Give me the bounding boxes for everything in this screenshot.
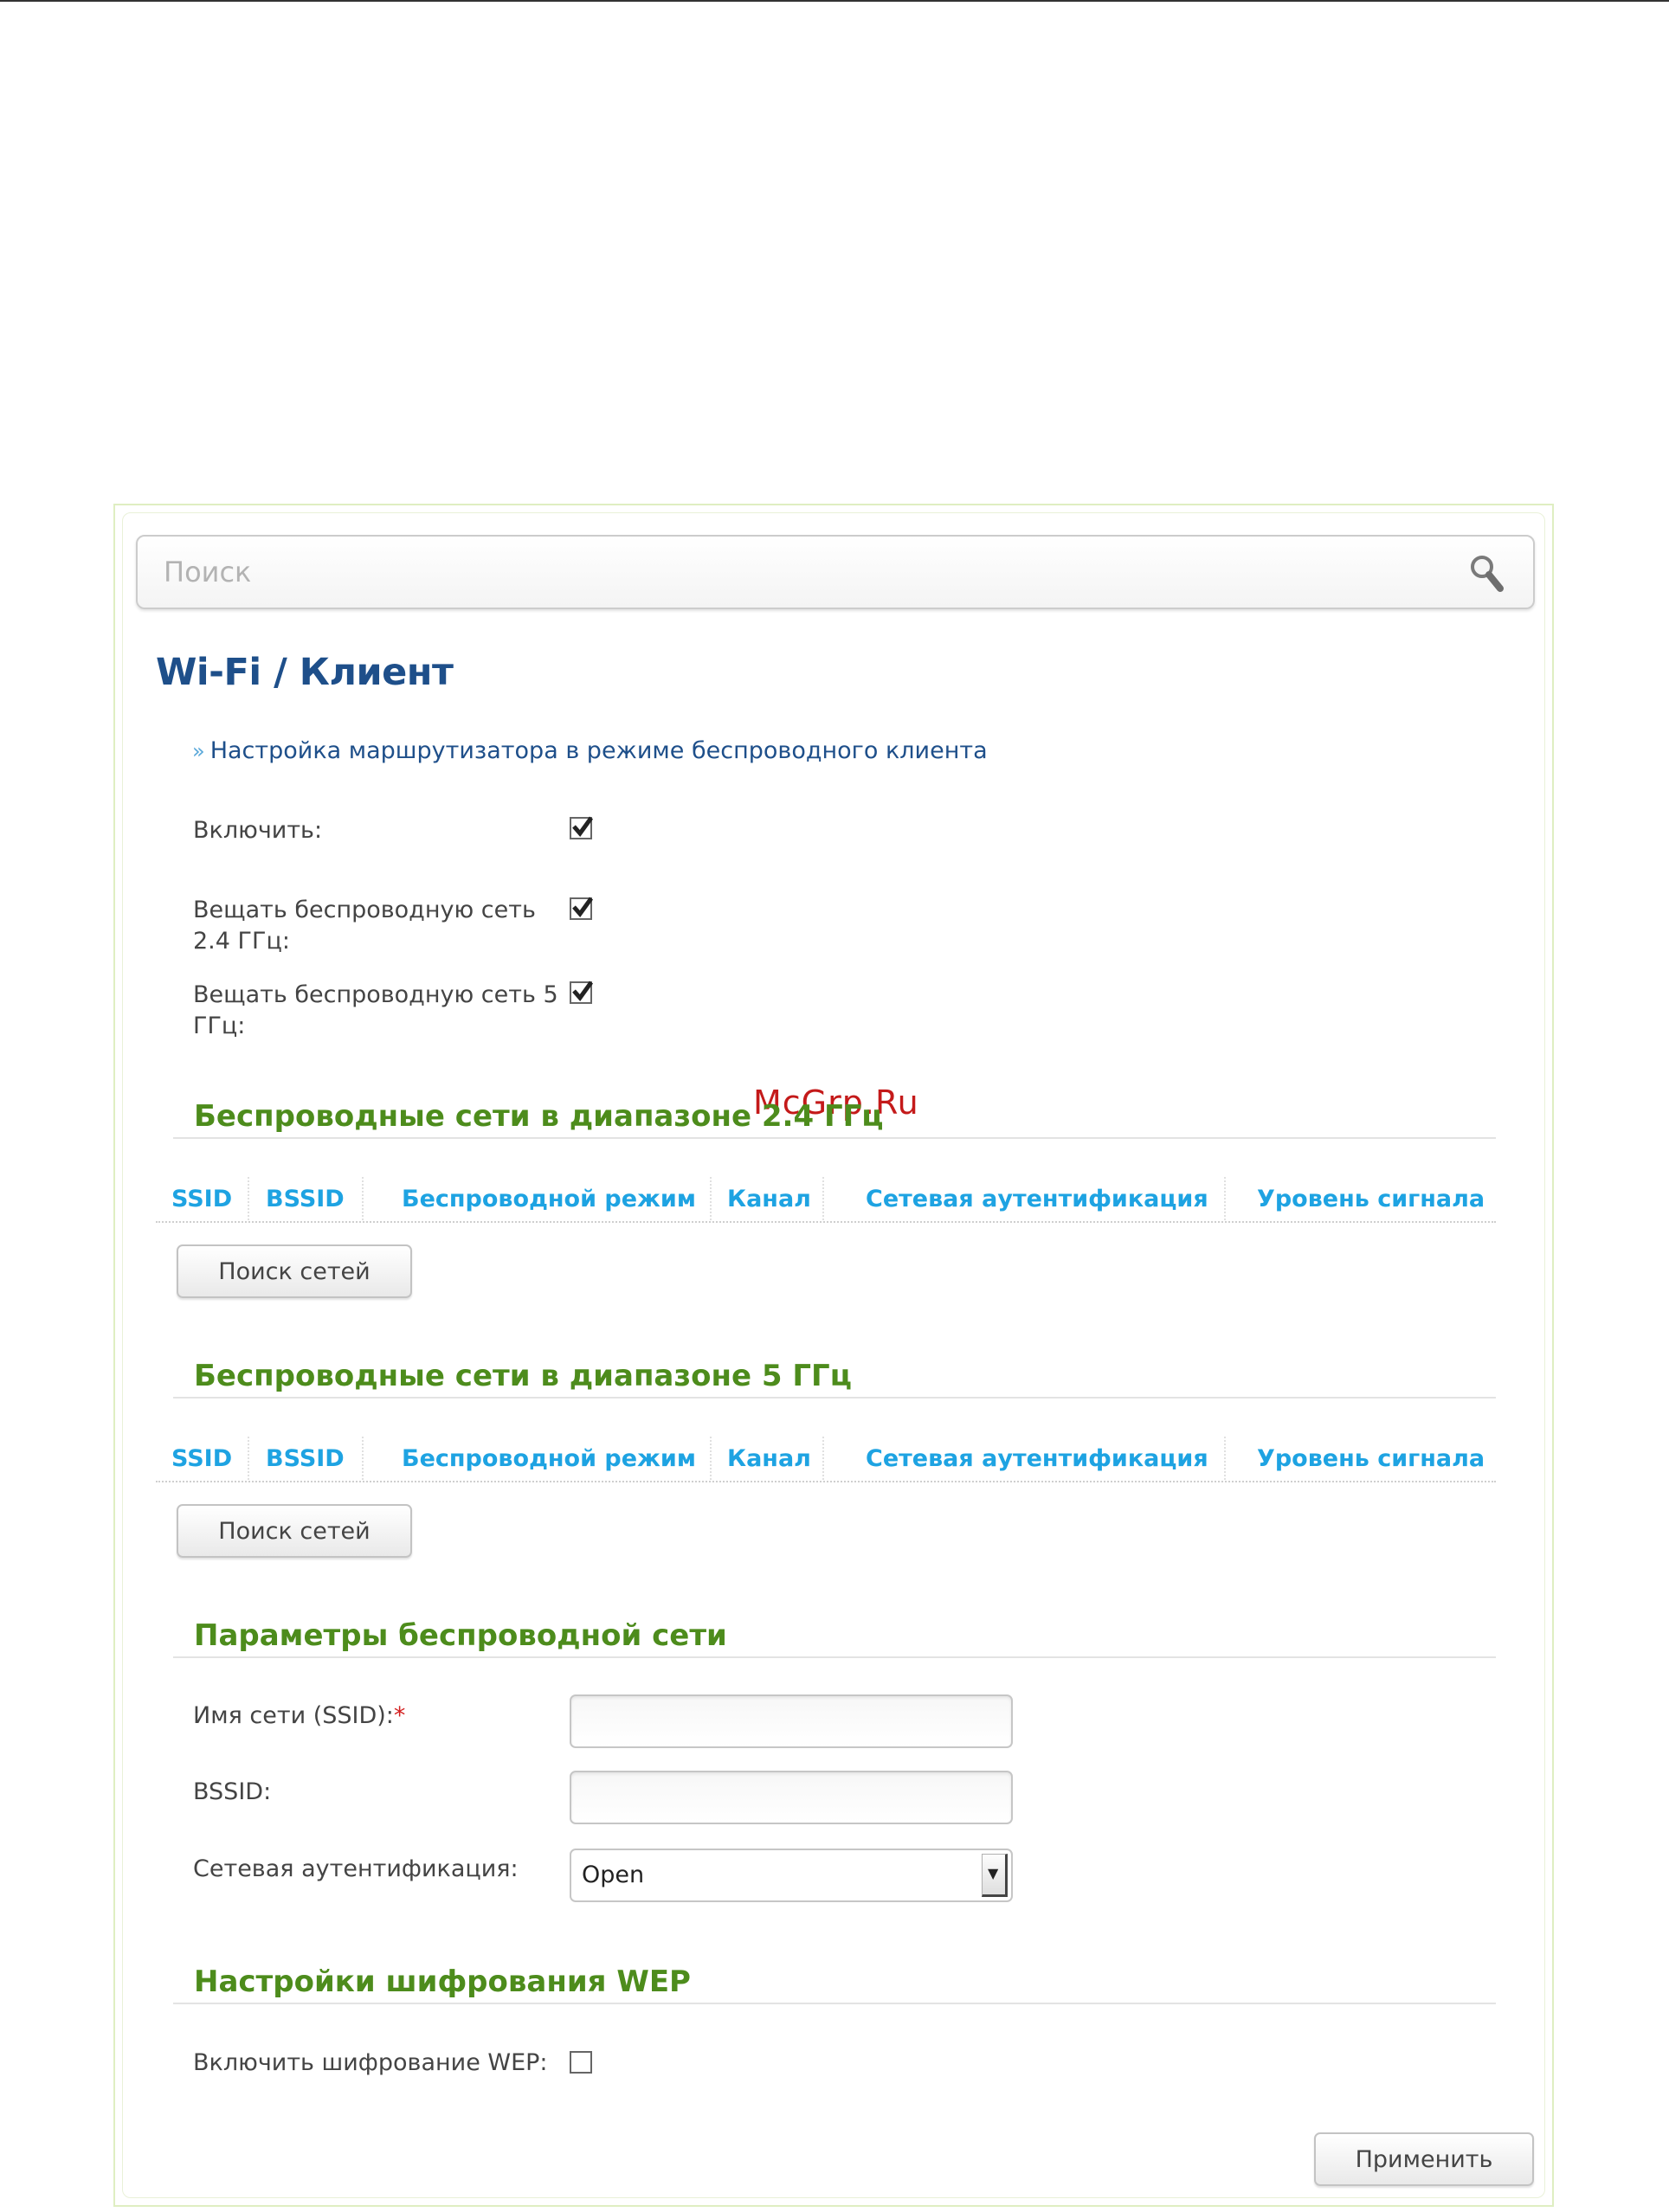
top-rule [0, 0, 1669, 2]
chevron-down-icon: ▼ [988, 1865, 999, 1881]
column-header-channel[interactable]: Канал [727, 1445, 811, 1472]
wep-enable-label: Включить шифрование WEP: [193, 2049, 548, 2076]
column-separator [822, 1437, 824, 1480]
help-link[interactable]: » Настройка маршрутизатора в режиме беспр… [192, 737, 988, 764]
auth-label: Сетевая аутентификация: [193, 1855, 519, 1882]
auth-select-value: Open [582, 1862, 645, 1888]
enable-label: Включить: [193, 815, 322, 846]
required-mark: * [393, 1702, 406, 1729]
column-header-bssid[interactable]: BSSID [266, 1445, 345, 1472]
column-separator [248, 1177, 249, 1220]
column-header-signal[interactable]: Уровень сигнала [1257, 1186, 1485, 1212]
breadcrumb-page: Клиент [299, 651, 454, 694]
help-link-text: Настройка маршрутизатора в режиме беспро… [209, 737, 988, 764]
checkmark-icon [572, 816, 594, 838]
section-divider [173, 1397, 1496, 1399]
broadcast-5-label: Вещать беспроводную сеть 5 ГГц: [193, 980, 558, 1042]
dropdown-arrow-button[interactable]: ▼ [982, 1854, 1008, 1897]
wep-enable-checkbox[interactable] [570, 2051, 592, 2074]
broadcast-24-label-line2: 2.4 ГГц: [193, 928, 290, 955]
broadcast-5-label-line1: Вещать беспроводную сеть 5 [193, 981, 558, 1008]
ssid-label-text: Имя сети (SSID): [193, 1702, 394, 1729]
breadcrumb-separator: / [261, 651, 300, 694]
column-separator [362, 1437, 364, 1480]
broadcast-24-checkbox[interactable] [570, 897, 594, 920]
column-header-ssid[interactable]: SSID [171, 1186, 232, 1212]
enable-checkbox[interactable] [570, 816, 594, 839]
broadcast-5-label-line2: ГГц: [193, 1013, 246, 1039]
breadcrumb-section[interactable]: Wi-Fi [156, 651, 261, 694]
section-title-wireless-params: Параметры беспроводной сети [194, 1618, 727, 1653]
search-bar[interactable] [136, 535, 1535, 609]
broadcast-24-label: Вещать беспроводную сеть 2.4 ГГц: [193, 895, 536, 957]
column-header-channel[interactable]: Канал [727, 1186, 811, 1212]
column-separator [710, 1177, 712, 1220]
column-separator [362, 1177, 364, 1220]
apply-button[interactable]: Применить [1314, 2132, 1534, 2186]
section-title-networks-24: Беспроводные сети в диапазоне 2.4 ГГц [194, 1099, 884, 1134]
page-title: Wi-Fi / Клиент [156, 651, 454, 694]
section-divider [173, 2003, 1496, 2004]
table-header-divider [156, 1221, 1496, 1223]
scan-networks-24-button[interactable]: Поиск сетей [177, 1244, 412, 1298]
double-chevron-right-icon: » [192, 739, 205, 763]
broadcast-5-checkbox[interactable] [570, 981, 594, 1004]
enable-label-text: Включить: [193, 817, 323, 844]
panel-inner-border [122, 512, 1545, 2198]
column-header-signal[interactable]: Уровень сигнала [1257, 1445, 1485, 1472]
bssid-input[interactable] [570, 1771, 1013, 1824]
section-divider [173, 1137, 1496, 1139]
column-header-auth[interactable]: Сетевая аутентификация [866, 1186, 1208, 1212]
column-header-mode[interactable]: Беспроводной режим [402, 1445, 696, 1472]
section-title-wep: Настройки шифрования WEP [194, 1964, 691, 1999]
checkmark-icon [572, 897, 594, 918]
section-title-networks-5: Беспроводные сети в диапазоне 5 ГГц [194, 1359, 852, 1393]
auth-select[interactable]: Open ▼ [570, 1849, 1013, 1902]
broadcast-24-label-line1: Вещать беспроводную сеть [193, 897, 536, 923]
ssid-input[interactable] [570, 1694, 1013, 1748]
column-separator [1224, 1437, 1226, 1480]
search-input[interactable] [164, 552, 1427, 592]
column-header-ssid[interactable]: SSID [171, 1445, 232, 1472]
column-separator [822, 1177, 824, 1220]
column-separator [710, 1437, 712, 1480]
section-divider [173, 1656, 1496, 1658]
table-header-divider [156, 1481, 1496, 1482]
checkmark-icon [572, 981, 594, 1002]
column-header-bssid[interactable]: BSSID [266, 1186, 345, 1212]
column-separator [1224, 1177, 1226, 1220]
search-icon[interactable] [1467, 552, 1507, 595]
scan-networks-5-button[interactable]: Поиск сетей [177, 1504, 412, 1558]
column-header-mode[interactable]: Беспроводной режим [402, 1186, 696, 1212]
column-separator [248, 1437, 249, 1480]
ssid-label: Имя сети (SSID):* [193, 1701, 405, 1732]
column-header-auth[interactable]: Сетевая аутентификация [866, 1445, 1208, 1472]
bssid-label: BSSID: [193, 1778, 272, 1805]
